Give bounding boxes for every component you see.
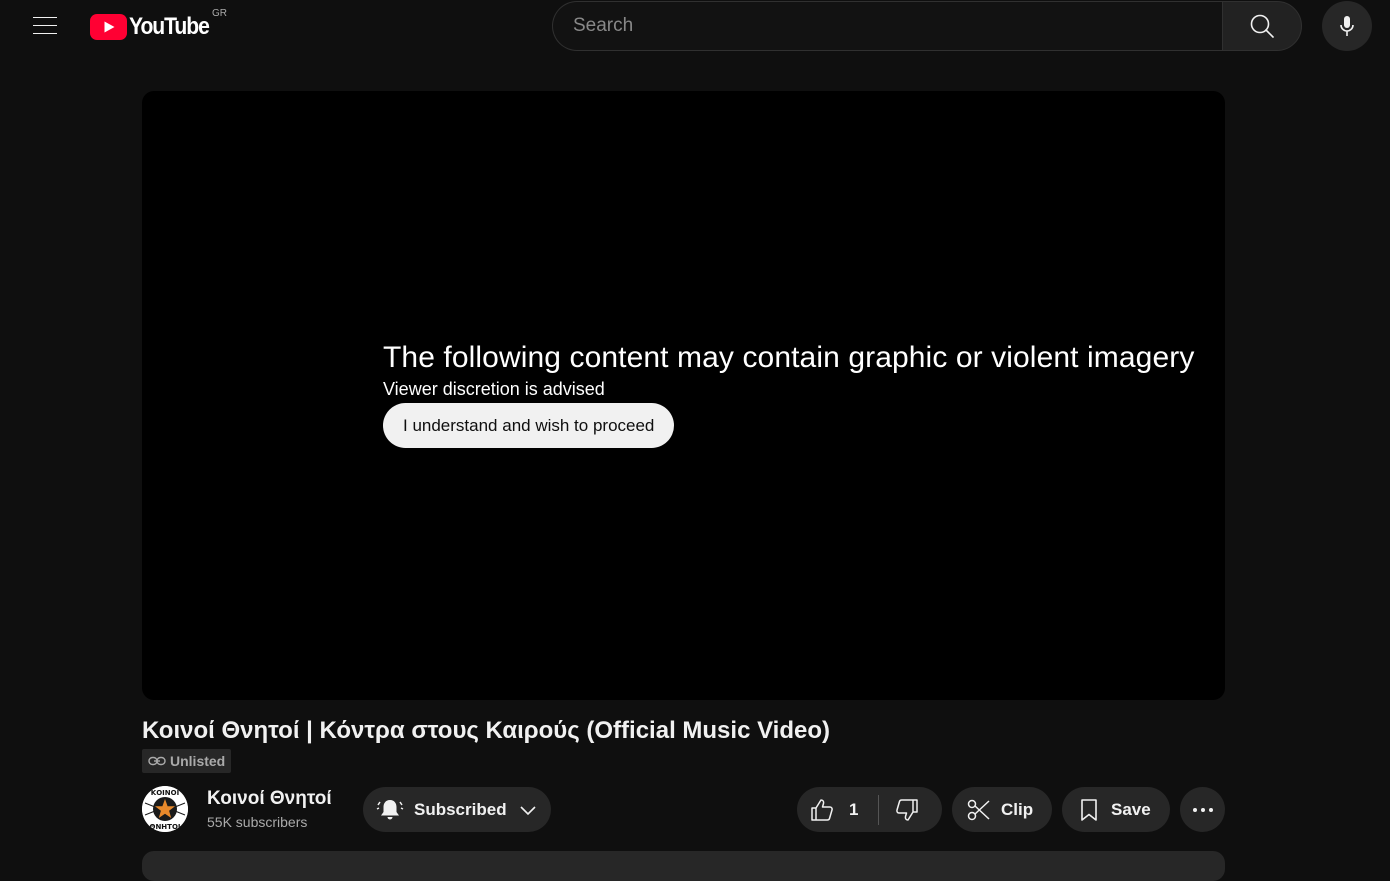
dislike-button[interactable]	[879, 787, 942, 832]
video-title: Κοινοί Θνητοί | Κόντρα στους Καιρούς (Of…	[142, 717, 830, 744]
search-button[interactable]	[1222, 1, 1302, 51]
menu-icon	[33, 17, 57, 34]
scissors-icon	[967, 799, 990, 820]
mic-icon	[1340, 16, 1354, 36]
bell-icon	[376, 799, 404, 819]
search-input[interactable]	[573, 15, 1223, 37]
clip-button[interactable]: Clip	[952, 787, 1052, 832]
link-icon	[148, 756, 166, 766]
like-button[interactable]: 1	[797, 787, 878, 832]
description-box[interactable]	[142, 851, 1225, 881]
unlisted-badge: Unlisted	[142, 749, 232, 773]
content-warning-subtitle: Viewer discretion is advised	[383, 379, 605, 399]
logo-wordmark: YouTube	[129, 13, 210, 40]
content-warning-title: The following content may contain graphi…	[383, 341, 1195, 374]
masthead: YouTube GR	[0, 0, 1390, 56]
avatar-text-bottom: ΘΝΗΤΟΙ	[150, 823, 181, 831]
thumbs-down-icon	[896, 798, 918, 821]
channel-info: Κοινοί Θνητοί 55K subscribers	[207, 788, 332, 830]
more-actions-button[interactable]	[1180, 787, 1225, 832]
youtube-play-logo-icon	[90, 14, 127, 40]
like-count: 1	[849, 799, 859, 819]
save-button-label: Save	[1111, 799, 1151, 819]
thumbs-up-icon	[811, 798, 833, 821]
subscribed-button[interactable]: Subscribed	[363, 787, 551, 832]
subscriber-count: 55K subscribers	[207, 814, 308, 830]
content-warning: The following content may contain graphi…	[383, 341, 1194, 448]
proceed-button[interactable]: I understand and wish to proceed	[383, 403, 675, 448]
channel-logo-icon: ΚΟΙΝΟΙ ΘΝΗΤΟΙ	[142, 786, 188, 832]
guide-menu-button[interactable]	[21, 2, 69, 50]
youtube-logo[interactable]: YouTube	[90, 12, 220, 42]
bookmark-icon	[1081, 798, 1097, 821]
more-horizontal-icon	[1192, 807, 1213, 812]
video-player[interactable]: The following content may contain graphi…	[142, 91, 1225, 700]
unlisted-badge-label: Unlisted	[170, 753, 226, 769]
voice-search-button[interactable]	[1322, 1, 1372, 51]
search-box	[552, 1, 1223, 51]
search-icon	[1250, 14, 1274, 38]
clip-button-label: Clip	[1001, 799, 1034, 819]
channel-avatar[interactable]: ΚΟΙΝΟΙ ΘΝΗΤΟΙ	[142, 786, 188, 832]
subscribed-button-label: Subscribed	[414, 799, 507, 819]
like-dislike-group: 1	[797, 787, 942, 832]
video-owner: ΚΟΙΝΟΙ ΘΝΗΤΟΙ Κοινοί Θνητοί 55K subscrib…	[142, 786, 332, 832]
chevron-down-icon	[520, 805, 536, 815]
country-code: GR	[212, 8, 227, 19]
channel-name-link[interactable]: Κοινοί Θνητοί	[207, 788, 332, 810]
avatar-text-top: ΚΟΙΝΟΙ	[151, 789, 179, 797]
save-button[interactable]: Save	[1062, 787, 1170, 832]
